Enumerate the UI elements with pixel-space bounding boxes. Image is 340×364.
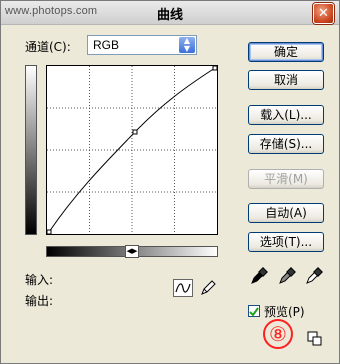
preview-checkbox[interactable] [248,305,260,317]
select-arrow-icon: ▲ ▼ [179,37,195,53]
output-gradient-bar [25,65,37,235]
cancel-button[interactable]: 取消 [248,70,324,90]
output-label: 输出: [25,294,54,308]
close-icon: ✕ [318,6,329,21]
pencil-tool-icon[interactable] [199,279,217,297]
input-label: 输入: [25,273,54,287]
curve-tool-icon [175,283,191,293]
channel-value: RGB [93,38,120,52]
curve-graph[interactable] [46,65,218,235]
step-number-annotation: ⑧ [263,319,293,349]
auto-button[interactable]: 自动(A) [248,203,324,223]
ok-button[interactable]: 确定 [248,42,324,62]
grid-lines [47,66,217,234]
save-button[interactable]: 存储(S)... [248,134,324,154]
checkmark-icon [249,307,259,317]
gradient-toggle-icon[interactable]: ◀▶ [125,245,139,258]
preview-label: 预览(P) [264,305,305,319]
dialog-title: 曲线 [156,8,183,23]
title-bar: www.photops.com 曲线 ✕ [1,1,339,25]
curve-point-white[interactable] [212,65,218,71]
curve-point-black[interactable] [46,229,52,235]
smooth-button[interactable]: 平滑(M) [248,169,324,189]
curve-svg [46,65,218,235]
channel-select[interactable]: RGB ▲ ▼ [87,35,197,55]
curve-point-mid[interactable] [132,129,138,135]
channel-label: 通道(C): [25,40,71,54]
curve-tool-button[interactable] [173,279,193,297]
gray-point-eyedropper-icon[interactable] [278,267,296,285]
black-point-eyedropper-icon[interactable] [250,267,268,285]
resize-icon[interactable] [307,331,323,347]
load-button[interactable]: 载入(L)... [248,105,324,125]
close-button[interactable]: ✕ [313,3,334,24]
curves-dialog: www.photops.com 曲线 ✕ 通道(C): RGB ▲ ▼ ◀▶ 确… [0,0,340,364]
white-point-eyedropper-icon[interactable] [305,267,323,285]
options-button[interactable]: 选项(T)... [248,232,324,252]
